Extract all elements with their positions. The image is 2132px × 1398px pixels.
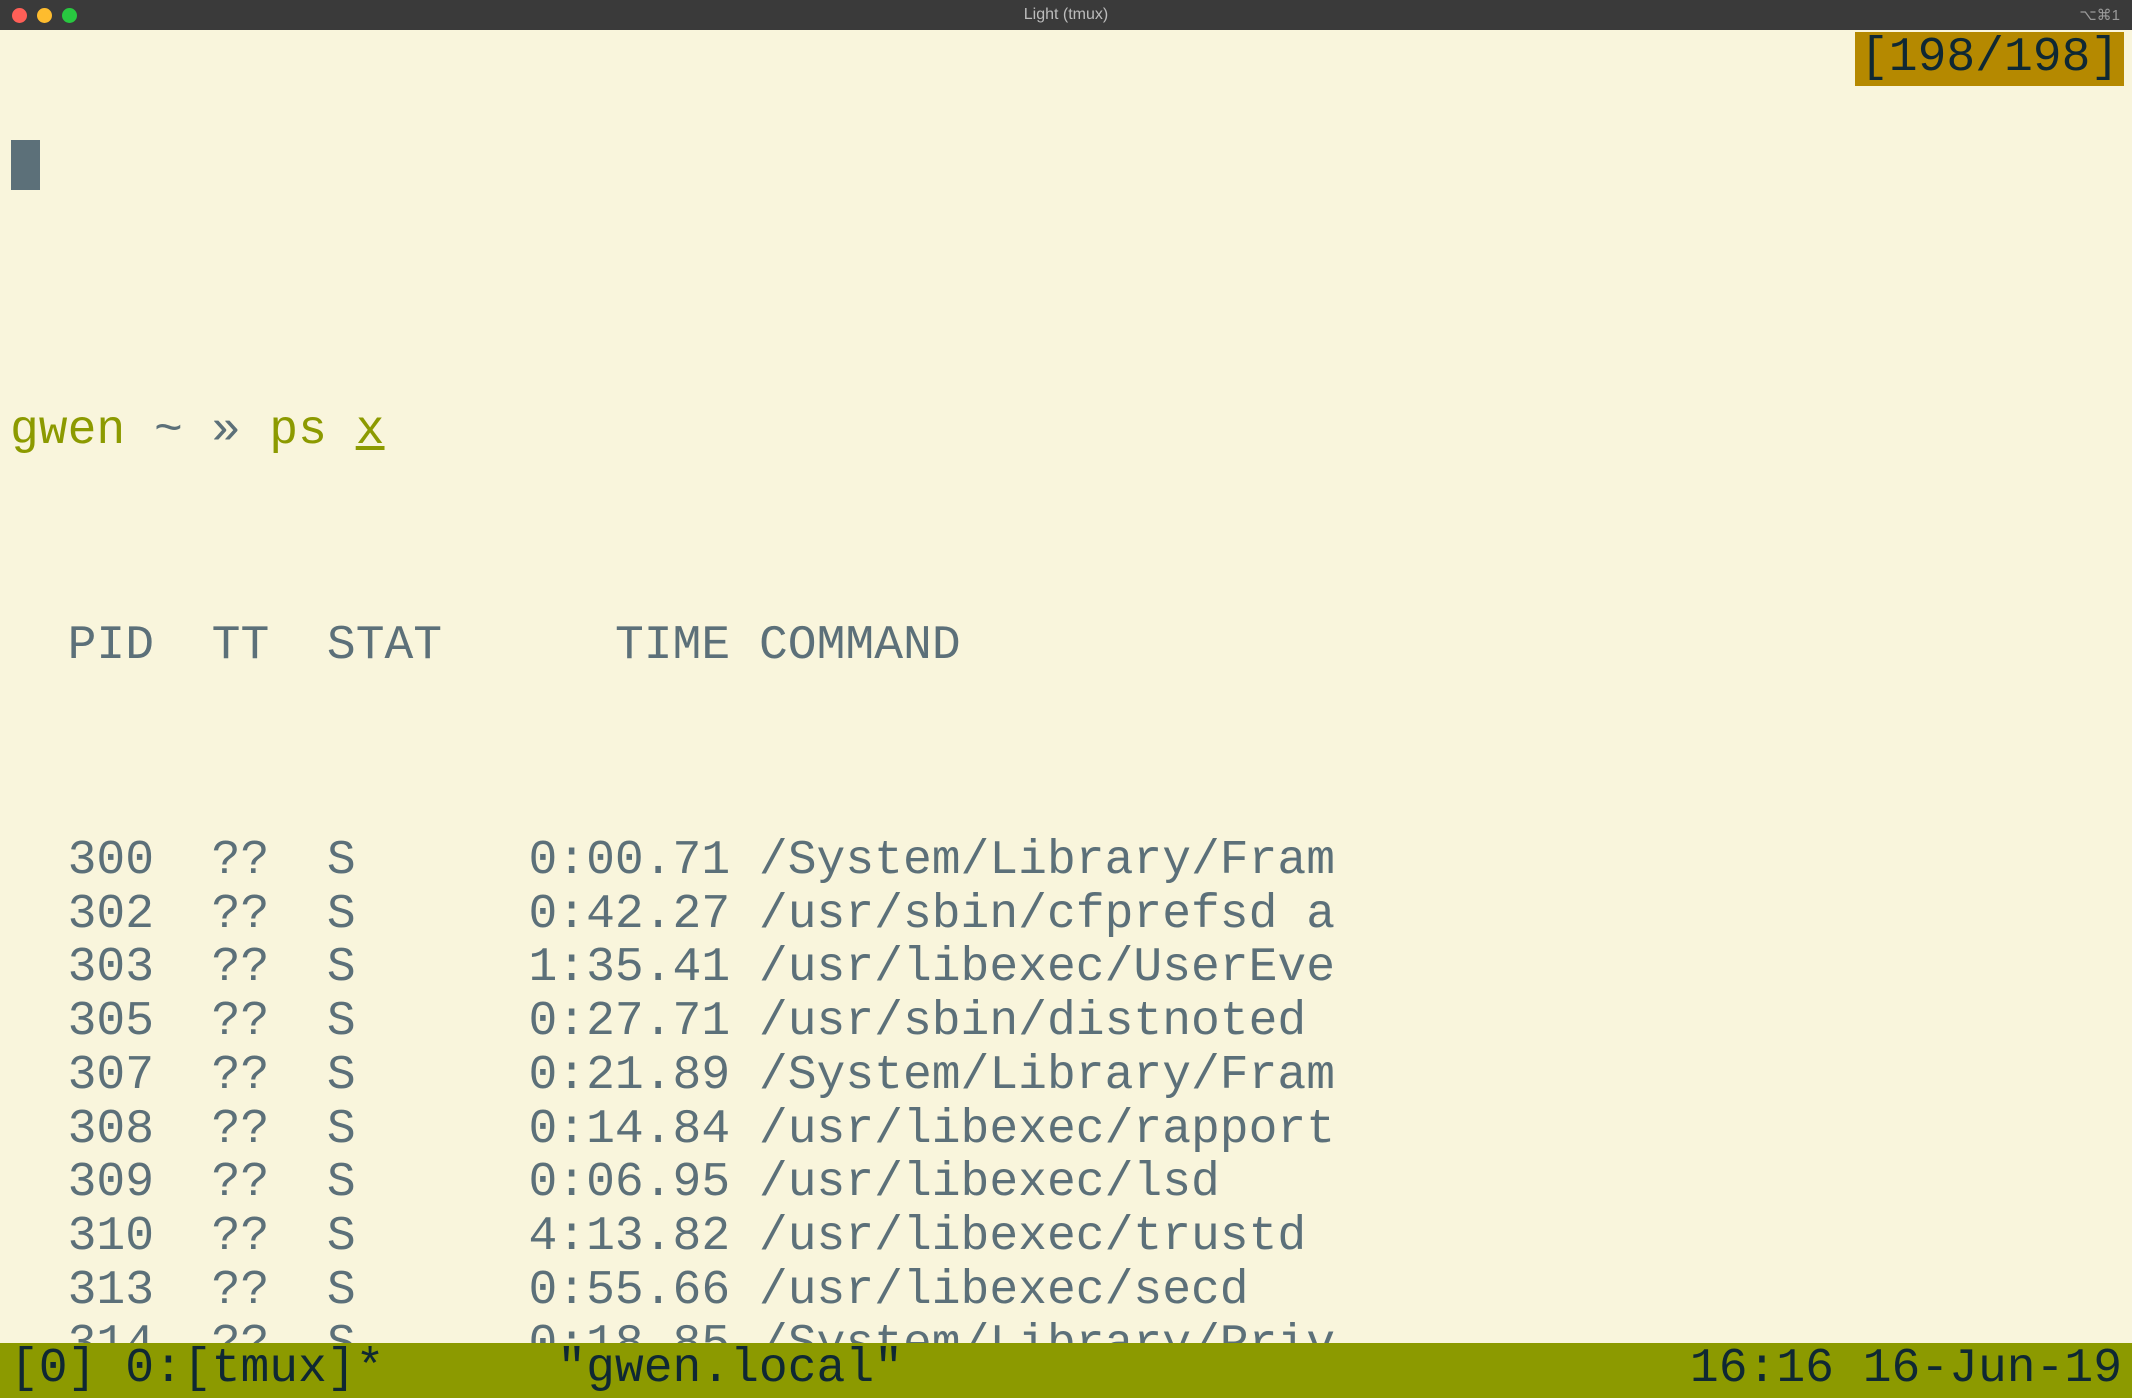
ps-row: 302 ?? S 0:42.27 /usr/sbin/cfprefsd a: [10, 889, 2122, 943]
cursor-row: [10, 140, 2122, 190]
status-mid: "gwen.local": [384, 1343, 1689, 1396]
ps-output-rows: 300 ?? S 0:00.71 /System/Library/Fram 30…: [10, 835, 2122, 1343]
ps-row: 305 ?? S 0:27.71 /usr/sbin/distnoted: [10, 996, 2122, 1050]
minimize-icon[interactable]: [37, 8, 52, 23]
ps-row: 300 ?? S 0:00.71 /System/Library/Fram: [10, 835, 2122, 889]
terminal-viewport[interactable]: [198/198] gwen ~ » ps x PID TT STAT TIME…: [0, 30, 2132, 1343]
col-stat: STAT: [298, 619, 442, 673]
ps-row: 313 ?? S 0:55.66 /usr/libexec/secd: [10, 1265, 2122, 1319]
col-tt: TT: [183, 619, 269, 673]
command-arg: x: [356, 404, 385, 458]
ps-row: 307 ?? S 0:21.89 /System/Library/Fram: [10, 1050, 2122, 1104]
ps-row: 303 ?? S 1:35.41 /usr/libexec/UserEve: [10, 942, 2122, 996]
prompt-arrow: »: [212, 404, 241, 458]
ps-row: 310 ?? S 4:13.82 /usr/libexec/trustd: [10, 1211, 2122, 1265]
col-time: TIME: [471, 619, 730, 673]
status-host: "gwen.local": [557, 1342, 903, 1396]
ps-row: 309 ?? S 0:06.95 /usr/libexec/lsd: [10, 1157, 2122, 1211]
status-right: 16:16 16-Jun-19: [1690, 1343, 2122, 1396]
ps-row: 314 ?? S 0:18.85 /System/Library/Priv: [10, 1319, 2122, 1344]
status-left: [0] 0:[tmux]*: [10, 1343, 384, 1396]
prompt-cwd: ~: [154, 404, 183, 458]
col-pid: PID: [10, 619, 154, 673]
prompt-user: gwen: [10, 404, 125, 458]
window-title: Light (tmux): [0, 6, 2132, 24]
maximize-icon[interactable]: [62, 8, 77, 23]
prompt-line: gwen ~ » ps x: [10, 405, 2122, 459]
cursor-block: [11, 140, 40, 190]
close-icon[interactable]: [12, 8, 27, 23]
col-command: COMMAND: [759, 619, 961, 673]
window-titlebar: Light (tmux) ⌥⌘1: [0, 0, 2132, 30]
ps-row: 308 ?? S 0:14.84 /usr/libexec/rapport: [10, 1104, 2122, 1158]
ps-header-row: PID TT STAT TIME COMMAND: [10, 620, 2122, 674]
command-name: ps: [269, 404, 327, 458]
tmux-statusbar[interactable]: [0] 0:[tmux]* "gwen.local" 16:16 16-Jun-…: [0, 1343, 2132, 1398]
scrollback-indicator: [198/198]: [1855, 32, 2124, 86]
window-shortcut-hint: ⌥⌘1: [2079, 6, 2120, 24]
traffic-lights: [12, 8, 77, 23]
